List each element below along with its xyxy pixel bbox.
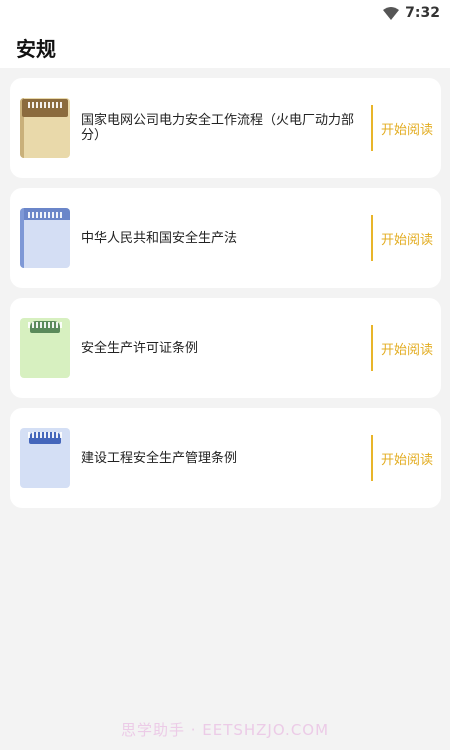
book-title: 中华人民共和国安全生产法 xyxy=(81,230,238,246)
book-card[interactable]: 中华人民共和国安全生产法 开始阅读 xyxy=(10,188,441,288)
watermark: 思学助手 · EETSHZJO.COM xyxy=(120,721,330,739)
status-time: 7:32 xyxy=(405,5,440,21)
book-card[interactable]: 国家电网公司电力安全工作流程（火电厂动力部分） 开始阅读 xyxy=(10,78,441,178)
book-cover-image xyxy=(20,318,70,378)
start-reading-button[interactable]: 开始阅读 xyxy=(373,119,441,138)
start-reading-button[interactable]: 开始阅读 xyxy=(373,229,441,248)
wifi-icon xyxy=(383,6,400,20)
book-list: 国家电网公司电力安全工作流程（火电厂动力部分） 开始阅读 中华人民共和国安全生产… xyxy=(0,68,450,508)
status-bar: 7:32 xyxy=(0,0,450,26)
book-title: 国家电网公司电力安全工作流程（火电厂动力部分） xyxy=(81,113,355,143)
start-reading-button[interactable]: 开始阅读 xyxy=(373,339,441,358)
book-title: 安全生产许可证条例 xyxy=(81,340,199,356)
book-cover-image xyxy=(20,208,70,268)
book-cover-image xyxy=(20,98,70,158)
book-title: 建设工程安全生产管理条例 xyxy=(81,450,238,466)
book-cover-image xyxy=(20,428,70,488)
book-card[interactable]: 安全生产许可证条例 开始阅读 xyxy=(10,298,441,398)
book-card[interactable]: 建设工程安全生产管理条例 开始阅读 xyxy=(10,408,441,508)
app-bar: 安规 xyxy=(0,26,450,68)
start-reading-button[interactable]: 开始阅读 xyxy=(373,449,441,468)
page-title: 安规 xyxy=(16,36,56,61)
